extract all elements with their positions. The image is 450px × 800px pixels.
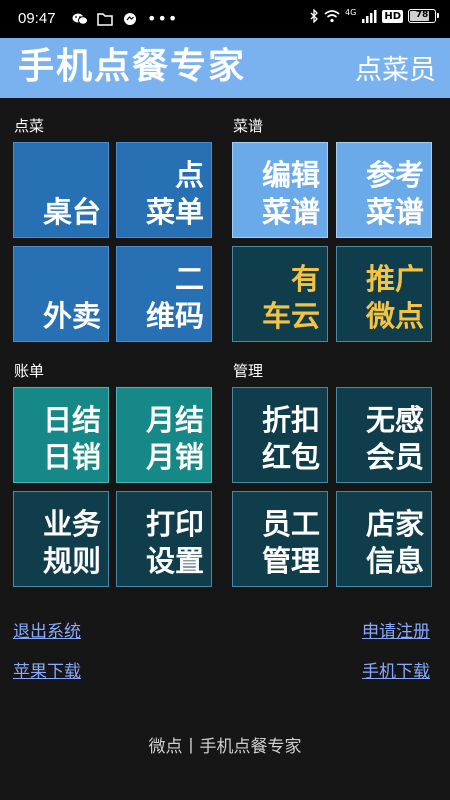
tile-promote-weidian[interactable]: 推广 微点 xyxy=(336,246,432,342)
tile-label-line1: 点 xyxy=(174,158,204,192)
tile-label-line1: 打印 xyxy=(145,507,204,541)
tile-discount-coupons[interactable]: 折扣 红包 xyxy=(232,387,328,483)
tile-label-line1: 日结 xyxy=(42,403,101,437)
tile-label-line1: 折扣 xyxy=(261,403,320,437)
app-header: 手机点餐专家 点菜员 xyxy=(0,38,450,98)
chat-bubble-icon xyxy=(124,13,136,25)
wechat-icon xyxy=(72,13,88,25)
apple-download-link[interactable]: 苹果下载 xyxy=(13,661,81,683)
logout-link[interactable]: 退出系统 xyxy=(13,621,81,643)
tile-label-line1: 推广 xyxy=(365,262,424,296)
tile-daily-settlement[interactable]: 日结 日销 xyxy=(13,387,109,483)
tile-label-line2: 车云 xyxy=(261,299,320,333)
tile-label-line2: 菜谱 xyxy=(365,195,424,229)
tile-order-menu[interactable]: 点 菜单 xyxy=(116,142,212,238)
tile-label-line2: 红包 xyxy=(261,440,320,474)
tile-label-line1: 店家 xyxy=(365,507,424,541)
network-type: 4G xyxy=(345,8,357,17)
more-dots-icon: ••• xyxy=(147,9,179,28)
tile-label-line1: 参考 xyxy=(365,158,424,192)
tile-label-line1: 月结 xyxy=(145,403,204,437)
phone-download-link[interactable]: 手机下载 xyxy=(362,661,430,683)
section-label-order: 点菜 xyxy=(14,117,45,135)
tile-monthly-settlement[interactable]: 月结 月销 xyxy=(116,387,212,483)
bluetooth-icon xyxy=(310,9,318,23)
battery-icon: 78 xyxy=(408,9,439,23)
section-label-menu: 菜谱 xyxy=(233,117,264,135)
tile-business-rules[interactable]: 业务 规则 xyxy=(13,491,109,587)
tile-seamless-membership[interactable]: 无感 会员 xyxy=(336,387,432,483)
tile-staff-management[interactable]: 员工 管理 xyxy=(232,491,328,587)
status-right-icons: 4G HD 78 xyxy=(309,8,439,23)
tile-qr-code[interactable]: 二 维码 xyxy=(116,246,212,342)
folder-icon xyxy=(97,13,113,26)
section-label-manage: 管理 xyxy=(233,362,264,380)
tile-youche-cloud[interactable]: 有 车云 xyxy=(232,246,328,342)
tile-label-line2: 管理 xyxy=(261,544,320,578)
tile-label-line2: 规则 xyxy=(42,544,101,578)
tile-label-line1: 桌台 xyxy=(42,195,101,229)
tile-label-line1: 员工 xyxy=(261,507,320,541)
battery-level: 78 xyxy=(415,10,429,20)
tile-label-line2: 维码 xyxy=(145,299,204,333)
section-label-bill: 账单 xyxy=(14,362,45,380)
tile-label-line2: 月销 xyxy=(145,440,204,474)
tile-label-line2: 菜单 xyxy=(145,195,204,229)
tile-tables[interactable]: 桌台 xyxy=(13,142,109,238)
user-role: 点菜员 xyxy=(355,55,436,86)
status-bar: 09:47 ••• 4G HD 78 xyxy=(0,0,450,38)
tile-print-settings[interactable]: 打印 设置 xyxy=(116,491,212,587)
tile-label-line1: 无感 xyxy=(365,403,424,437)
tile-edit-recipes[interactable]: 编辑 菜谱 xyxy=(232,142,328,238)
tile-label-line1: 外卖 xyxy=(42,299,101,333)
register-link[interactable]: 申请注册 xyxy=(362,621,430,643)
signal-icon xyxy=(362,9,377,23)
tile-takeout[interactable]: 外卖 xyxy=(13,246,109,342)
tile-label-line2: 日销 xyxy=(42,440,101,474)
tile-label-line1: 有 xyxy=(290,262,320,296)
tile-label-line2: 信息 xyxy=(365,544,424,578)
tile-label-line2: 菜谱 xyxy=(261,195,320,229)
tile-reference-recipes[interactable]: 参考 菜谱 xyxy=(336,142,432,238)
tile-label-line2: 会员 xyxy=(365,440,424,474)
footer-text: 微点丨手机点餐专家 xyxy=(148,737,302,757)
status-left-icons: ••• xyxy=(72,10,178,28)
app-title: 手机点餐专家 xyxy=(18,46,247,87)
status-time: 09:47 xyxy=(18,10,56,27)
wifi-icon xyxy=(324,9,340,22)
tile-label-line2: 微点 xyxy=(365,299,424,333)
hd-badge: HD xyxy=(382,9,403,23)
tile-store-info[interactable]: 店家 信息 xyxy=(336,491,432,587)
tile-label-line1: 二 xyxy=(174,262,204,296)
tile-label-line2: 设置 xyxy=(145,544,204,578)
tile-label-line1: 业务 xyxy=(42,507,101,541)
tile-label-line1: 编辑 xyxy=(261,158,320,192)
